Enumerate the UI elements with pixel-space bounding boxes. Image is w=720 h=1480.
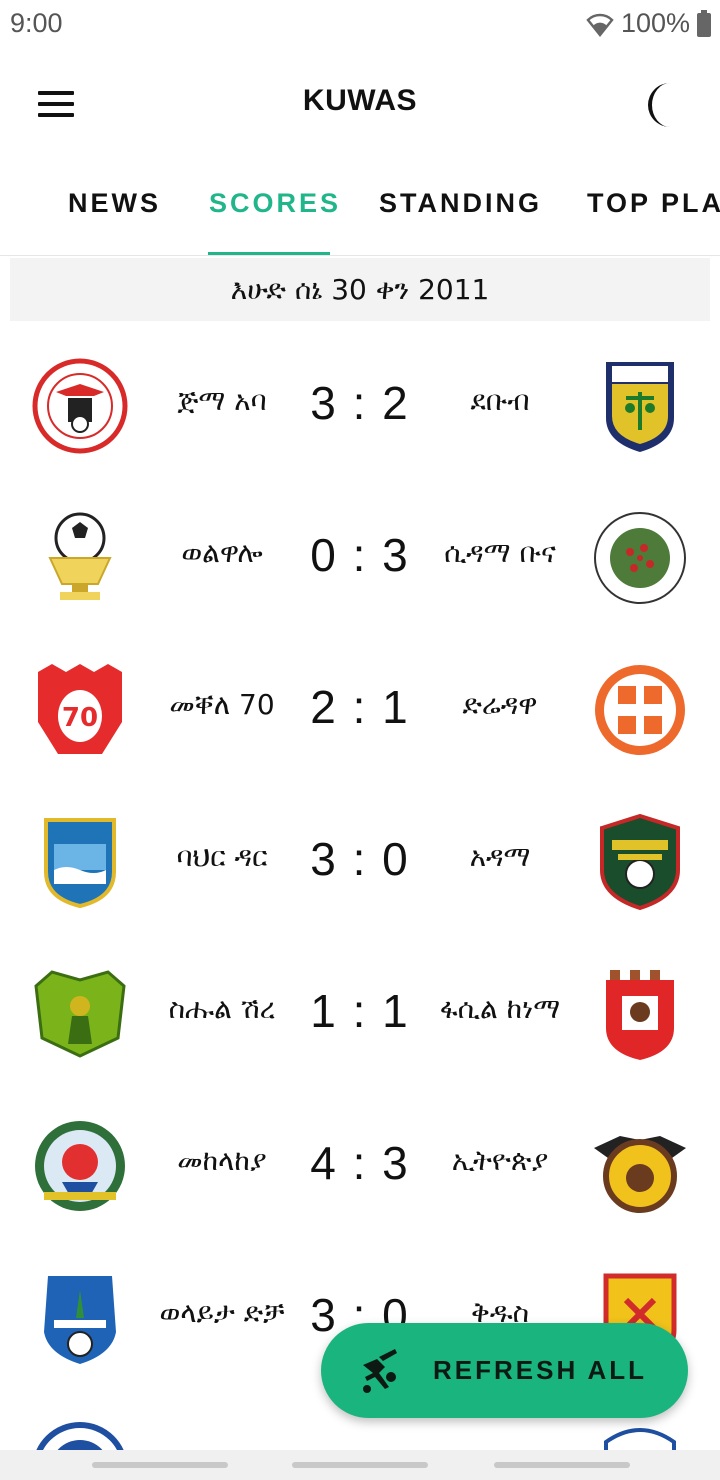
away-team-name: ሲዳማ ቡና <box>444 536 556 569</box>
debub-police-logo-icon <box>606 362 674 452</box>
match-score: 0 : 3 <box>310 529 410 581</box>
away-team-name: ድሬዳዋ <box>462 688 538 721</box>
battery-percent: 100% <box>620 8 690 38</box>
home-team-name: ወልዋሎ <box>181 536 263 569</box>
adama-city-logo-icon <box>600 814 680 910</box>
home-team-name: ባህር ዳር <box>176 840 268 873</box>
logo-text: 70 <box>62 703 98 733</box>
status-time: 9:00 <box>10 8 63 38</box>
nav-back-handle[interactable] <box>92 1462 228 1468</box>
match-list[interactable]: ጅማ አባ 3 : 2 ደቡብ ወልዋሎ 0 : 3 ሲዳማ ቡና 70 መቐለ… <box>0 330 720 1450</box>
ethiopian-coffee-logo-icon <box>594 1136 686 1213</box>
match-score: 3 : 0 <box>310 833 410 885</box>
soccer-player-icon <box>363 1349 397 1393</box>
status-indicators: 100% <box>585 8 712 39</box>
dire-dawa-logo-icon <box>595 665 685 755</box>
dark-mode-toggle[interactable] <box>648 80 692 130</box>
tab-divider <box>0 255 720 256</box>
tab-top-players[interactable]: TOP PLA <box>587 188 720 219</box>
match-row[interactable]: 70 መቐለ 70 2 : 1 ድሬዳዋ <box>0 634 720 786</box>
match-row[interactable]: ስሑል ሽረ 1 : 1 ፋሲል ከነማ <box>0 938 720 1090</box>
mekelakeya-logo-icon <box>35 1121 125 1211</box>
home-team-name: መከላከያ <box>177 1144 267 1177</box>
nav-recents-handle[interactable] <box>494 1462 630 1468</box>
refresh-all-label: REFRESH ALL <box>433 1355 648 1385</box>
battery-icon <box>697 9 711 37</box>
nav-home-handle[interactable] <box>292 1462 428 1468</box>
status-bar: 9:00 100% <box>0 0 720 52</box>
match-row[interactable]: ወልዋሎ 0 : 3 ሲዳማ ቡና <box>0 482 720 634</box>
home-team-name: ወላይታ ድቻ <box>159 1296 285 1329</box>
home-team-name: መቐለ 70 <box>169 688 275 721</box>
bahir-dar-kenema-logo-icon <box>44 818 116 909</box>
system-nav-bar <box>0 1450 720 1480</box>
match-row[interactable]: ጅማ አባ 3 : 2 ደቡብ <box>0 330 720 482</box>
tab-scores[interactable]: SCORES <box>209 188 341 219</box>
home-team-name: ስሑል ሽረ <box>168 992 276 1025</box>
match-score: 3 : 2 <box>310 377 410 429</box>
welwalo-logo-icon <box>48 512 112 600</box>
tab-standing[interactable]: STANDING <box>379 188 542 219</box>
team-logo-icon <box>36 1422 124 1450</box>
shire-endaselassie-logo-icon <box>34 970 126 1058</box>
match-score: 4 : 3 <box>310 1137 410 1189</box>
moon-icon <box>648 83 670 127</box>
match-score: 2 : 1 <box>310 681 410 733</box>
away-team-name: ደቡብ <box>470 384 530 417</box>
tab-news[interactable]: NEWS <box>68 188 161 219</box>
match-score: 1 : 1 <box>310 985 410 1037</box>
jimma-aba-jifar-logo-icon <box>32 358 128 454</box>
refresh-all-button[interactable]: REFRESH ALL <box>321 1323 688 1418</box>
app-bar: KUWAS <box>0 60 720 150</box>
fasil-kenema-logo-icon <box>606 970 674 1060</box>
tab-bar: NEWS SCORES STANDING TOP PLA <box>0 170 720 256</box>
hawassa-logo-icon <box>604 1428 676 1450</box>
match-row[interactable]: ባህር ዳር 3 : 0 አዳማ <box>0 786 720 938</box>
match-row[interactable]: መከላከያ 4 : 3 ኢትዮጵያ <box>0 1090 720 1242</box>
home-team-name: ጅማ አባ <box>177 384 267 417</box>
away-team-name: ፋሲል ከነማ <box>439 992 561 1025</box>
date-header: እሁድ ሰኔ 30 ቀን 2011 <box>10 258 710 321</box>
wifi-icon <box>586 13 614 37</box>
app-title: KUWAS <box>302 84 418 117</box>
mekelle-70-logo-icon: 70 <box>38 664 122 754</box>
sidama-coffee-logo-icon <box>594 512 686 604</box>
away-team-name: ኢትዮጵያ <box>451 1144 549 1177</box>
wolaita-dicha-logo-icon <box>44 1276 116 1364</box>
away-team-name: አዳማ <box>469 840 531 873</box>
